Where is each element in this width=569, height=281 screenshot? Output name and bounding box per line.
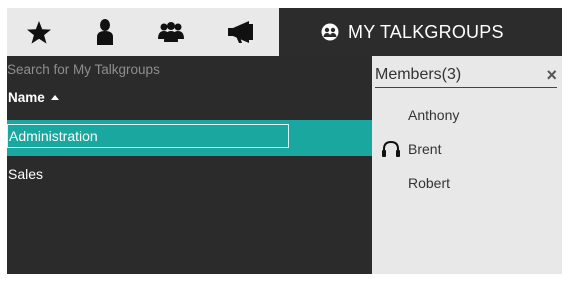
list-item[interactable]: Administration xyxy=(7,120,372,156)
headset-icon xyxy=(381,140,401,163)
tab-groups[interactable] xyxy=(139,8,203,56)
list-item-label: Administration xyxy=(9,128,98,144)
top-toolbar: MY TALKGROUPS xyxy=(7,8,562,56)
member-name: Robert xyxy=(408,175,451,191)
megaphone-icon xyxy=(227,20,255,44)
tab-my-talkgroups[interactable]: MY TALKGROUPS xyxy=(279,8,562,56)
search-input[interactable] xyxy=(7,60,307,78)
tab-broadcast[interactable] xyxy=(203,8,279,56)
talkgroups-window: MY TALKGROUPS Name Administration Sales … xyxy=(7,8,562,274)
close-icon[interactable]: × xyxy=(546,66,557,84)
tab-contacts[interactable] xyxy=(71,8,139,56)
name-column-header[interactable]: Name xyxy=(8,90,59,105)
members-header: Members(3) × xyxy=(375,62,557,88)
name-column-label: Name xyxy=(8,90,45,105)
member-name: Brent xyxy=(408,141,442,157)
tab-my-talkgroups-label: MY TALKGROUPS xyxy=(348,21,504,42)
list-item-label: Sales xyxy=(8,166,44,182)
member-item[interactable]: Anthony xyxy=(372,104,562,126)
sort-ascending-icon xyxy=(50,94,59,100)
person-icon xyxy=(95,19,115,45)
members-panel: Members(3) × Anthony Brent Robert xyxy=(372,56,562,274)
group-icon xyxy=(157,21,185,43)
list-item[interactable]: Sales xyxy=(7,156,372,192)
talkgroup-name-field[interactable]: Administration xyxy=(7,124,289,148)
tab-favorites[interactable] xyxy=(7,8,71,56)
member-item[interactable]: Brent xyxy=(372,138,562,160)
member-item[interactable]: Robert xyxy=(372,172,562,194)
star-icon xyxy=(26,20,52,45)
talkgroup-list-panel: Name Administration Sales xyxy=(7,56,372,274)
members-title: Members(3) xyxy=(375,65,462,83)
talkgroups-icon xyxy=(321,23,339,41)
member-name: Anthony xyxy=(408,107,460,123)
